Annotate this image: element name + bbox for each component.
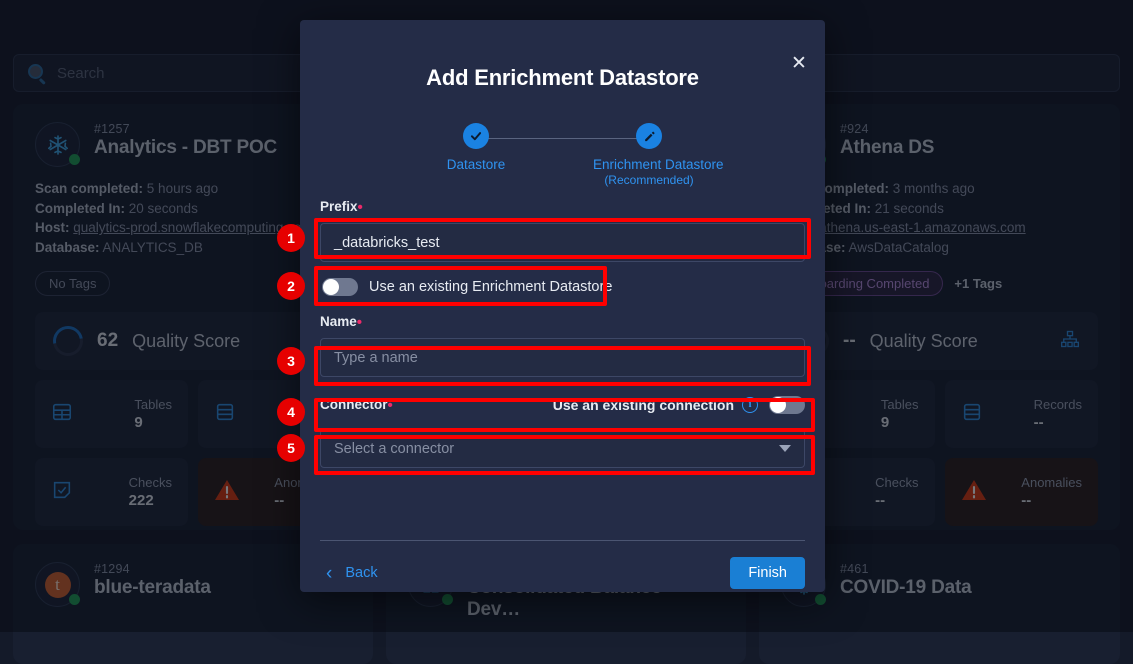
name-input[interactable]: Type a name <box>320 338 805 377</box>
wizard-step-label: Enrichment Datastore <box>593 157 705 172</box>
toggle-switch[interactable] <box>322 278 358 296</box>
name-label-text: Name <box>320 314 357 329</box>
use-existing-connection-label: Use an existing connection <box>553 397 734 413</box>
check-icon <box>463 123 489 149</box>
prefix-label: Prefix• <box>320 199 805 216</box>
close-icon[interactable]: ✕ <box>787 52 811 76</box>
annotation-badge-1: 1 <box>277 224 305 252</box>
toggle-knob <box>323 279 339 295</box>
finish-button[interactable]: Finish <box>730 557 805 589</box>
info-icon[interactable]: i <box>742 397 758 413</box>
toggle-knob <box>770 397 786 413</box>
prefix-input[interactable]: _databricks_test <box>320 223 805 262</box>
annotation-badge-5: 5 <box>277 434 305 462</box>
dialog-title: Add Enrichment Datastore <box>300 20 825 91</box>
chevron-left-icon: ‹ <box>326 564 332 583</box>
back-button-label: Back <box>345 565 377 581</box>
back-button[interactable]: ‹ Back <box>320 560 384 587</box>
connector-label-text: Connector <box>320 397 388 412</box>
wizard-step-label: Datastore <box>420 157 532 172</box>
connector-existing-connection-row: Connector• Use an existing connection i <box>320 390 805 420</box>
required-marker: • <box>388 397 393 414</box>
wizard-stepper: Datastore Enrichment Datastore (Recommen… <box>420 121 705 177</box>
annotation-badge-2: 2 <box>277 272 305 300</box>
required-marker: • <box>358 199 363 216</box>
connector-select-value: Select a connector <box>334 441 454 457</box>
wizard-step-enrichment-datastore[interactable]: Enrichment Datastore (Recommended) <box>593 121 705 187</box>
use-existing-enrichment-toggle[interactable]: Use an existing Enrichment Datastore <box>320 271 805 303</box>
enrichment-form: Prefix• _databricks_test Use an existing… <box>300 177 825 468</box>
annotation-badge-4: 4 <box>277 398 305 426</box>
wizard-step-datastore[interactable]: Datastore <box>420 121 532 172</box>
connector-label: Connector• <box>320 397 393 414</box>
annotation-badge-3: 3 <box>277 347 305 375</box>
connector-select[interactable]: Select a connector <box>320 429 805 468</box>
app-root: Search #1257 Analytics - DBT POC <box>0 0 1133 632</box>
chevron-down-icon <box>779 445 791 452</box>
name-label: Name• <box>320 314 805 331</box>
add-enrichment-datastore-dialog: ✕ Add Enrichment Datastore Datastore Enr… <box>300 20 825 592</box>
wizard-step-sublabel: (Recommended) <box>593 173 705 187</box>
footer-divider <box>320 540 805 541</box>
dialog-footer: ‹ Back Finish <box>320 552 805 594</box>
use-existing-connection-toggle[interactable] <box>769 396 805 414</box>
prefix-label-text: Prefix <box>320 199 358 214</box>
required-marker: • <box>357 314 362 331</box>
use-existing-enrichment-label: Use an existing Enrichment Datastore <box>369 279 612 295</box>
pencil-icon <box>636 123 662 149</box>
